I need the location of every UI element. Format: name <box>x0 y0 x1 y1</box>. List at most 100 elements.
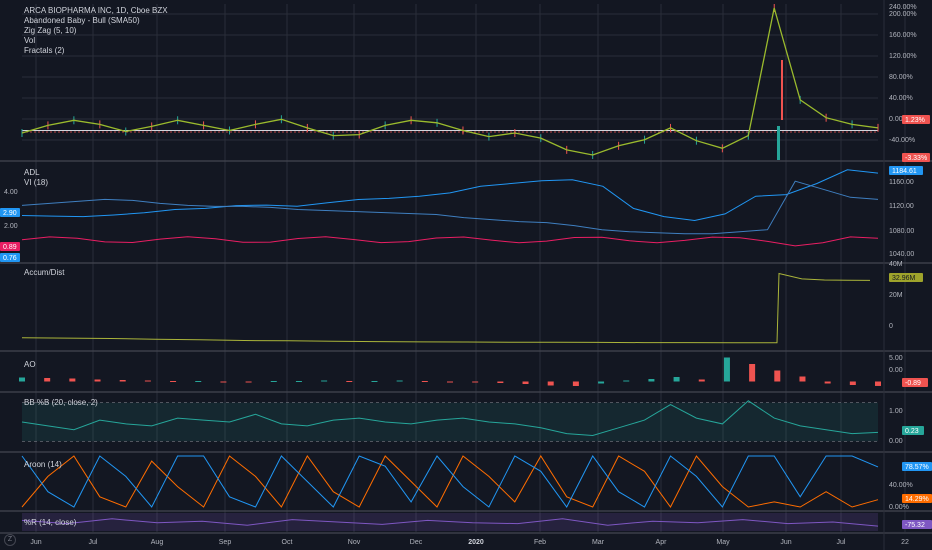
ao-bar <box>371 381 378 382</box>
ao-bar <box>623 380 630 382</box>
ao-bar <box>119 380 126 382</box>
time-tick-label: Apr <box>656 539 668 546</box>
ao-tick-label: 0.00 <box>889 367 903 374</box>
price-tick-label: 120.00% <box>889 53 917 60</box>
bb-tick-label: 0.00 <box>889 438 903 445</box>
ao-bar <box>799 376 806 382</box>
indicator-abandoned-baby[interactable]: Abandoned Baby - Bull (SMA50) <box>24 16 168 26</box>
adl-tick-label: 1080.00 <box>889 228 914 235</box>
chart-canvas[interactable]: -40.00% 0.00% 40.00% 80.00% 120.00% 160.00% 20… <box>0 0 932 550</box>
ao-bar <box>673 377 680 382</box>
price-tick-label: 240.00% <box>889 4 917 11</box>
ao-bar <box>723 357 730 382</box>
ao-bar <box>220 381 227 383</box>
adl-legend: ADL VI (18) <box>24 168 48 188</box>
adl-tick-label: 1120.00 <box>889 203 914 210</box>
aroon-tick-label: 0.00% <box>889 504 909 511</box>
accdist-label[interactable]: Accum/Dist <box>24 268 64 277</box>
ao-bar <box>321 380 328 382</box>
time-tick-label: May <box>716 539 730 546</box>
vi-low-badge: 0.76 <box>3 255 17 262</box>
time-tick-label: Sep <box>219 539 232 546</box>
vi-left-tick-label: 4.00 <box>4 189 18 196</box>
ao-tick-label: 5.00 <box>889 355 903 362</box>
aroon-label[interactable]: Aroon (14) <box>24 460 62 469</box>
ao-bar <box>245 381 252 383</box>
accdist-tick-label: 0 <box>889 323 893 330</box>
ao-label[interactable]: AO <box>24 360 36 369</box>
price-tick-label: 40.00% <box>889 95 913 102</box>
bb-band-fill <box>22 402 878 442</box>
time-tick-label: Aug <box>151 539 164 546</box>
ao-bar <box>572 381 579 386</box>
vi-label[interactable]: VI (18) <box>24 178 48 188</box>
vi-plus-badge: 2.90 <box>3 210 17 217</box>
price-tick-label: 200.00% <box>889 11 917 18</box>
accdist-tick-label: 40M <box>889 261 903 268</box>
ao-bar <box>69 378 76 382</box>
time-tick-label: Jun <box>780 539 791 546</box>
ao-bar <box>94 379 101 382</box>
tradingview-logo-icon[interactable]: Z <box>4 534 16 546</box>
accdist-tick-label: 20M <box>889 292 903 299</box>
time-tick-label: 2020 <box>468 539 484 546</box>
time-tick-label: Jul <box>89 539 98 546</box>
aroon-tick-label: 40.00% <box>889 482 913 489</box>
ao-bar <box>875 381 881 386</box>
wr-label[interactable]: %R (14, close) <box>24 518 76 527</box>
ao-bar <box>522 381 529 384</box>
indicator-zigzag[interactable]: Zig Zag (5, 10) <box>24 26 168 36</box>
ao-bar <box>547 381 554 386</box>
time-tick-label: 22 <box>901 539 909 546</box>
ao-bar <box>170 381 177 382</box>
aroon-down-badge: 14.29% <box>905 496 929 503</box>
time-tick-label: Feb <box>534 539 546 546</box>
adl-tick-label: 1160.00 <box>889 179 914 186</box>
adl-label[interactable]: ADL <box>24 168 48 178</box>
ao-bar <box>19 377 25 382</box>
bb-value-badge: 0.23 <box>905 428 919 435</box>
volume-spike-bar <box>777 126 780 160</box>
ao-bar <box>346 381 353 382</box>
ao-bar <box>195 381 202 382</box>
bb-label[interactable]: BB %B (20, close, 2) <box>24 398 98 407</box>
price-tick-label: 80.00% <box>889 74 913 81</box>
ao-bar <box>396 380 403 382</box>
indicator-vol[interactable]: Vol <box>24 36 168 46</box>
time-tick-label: Mar <box>592 539 605 546</box>
wr-value-badge: -75.32 <box>905 522 925 529</box>
ao-bar <box>648 379 655 382</box>
vi-minus-badge: 0.89 <box>3 244 17 251</box>
ao-bar <box>849 381 856 385</box>
price-badge-primary: 1.23% <box>905 117 925 124</box>
adl-value-badge: 1184.61 <box>892 168 917 175</box>
bb-pane[interactable] <box>21 400 879 442</box>
ao-bar <box>472 381 479 383</box>
ao-bar <box>497 381 504 383</box>
aroon-up-badge: 78.57% <box>905 464 929 471</box>
ao-bar <box>598 381 605 384</box>
price-badge-secondary: -3.33% <box>905 155 927 162</box>
time-tick-label: Jun <box>30 539 41 546</box>
ao-bar <box>144 380 151 382</box>
ao-bar <box>749 364 756 382</box>
ao-bar <box>774 370 781 382</box>
bb-tick-label: 1.00 <box>889 408 903 415</box>
accdist-value-badge: 32.96M <box>892 275 916 282</box>
ao-bar <box>698 379 705 382</box>
ao-bar <box>421 381 428 382</box>
ao-bar <box>270 381 277 382</box>
symbol-title[interactable]: ARCA BIOPHARMA INC, 1D, Cboe BZX <box>24 6 168 16</box>
ao-bar <box>824 381 831 384</box>
price-tick-label: 160.00% <box>889 32 917 39</box>
time-tick-label: Nov <box>348 539 361 546</box>
wr-pane[interactable] <box>21 513 879 531</box>
vi-left-tick-label: 2.00 <box>4 223 18 230</box>
adl-tick-label: 1040.00 <box>889 251 914 258</box>
price-tick-label: -40.00% <box>889 137 915 144</box>
ao-bar <box>44 378 51 382</box>
time-tick-label: Dec <box>410 539 423 546</box>
chart-background <box>0 0 932 550</box>
ao-bar <box>295 381 302 382</box>
indicator-fractals[interactable]: Fractals (2) <box>24 46 168 56</box>
